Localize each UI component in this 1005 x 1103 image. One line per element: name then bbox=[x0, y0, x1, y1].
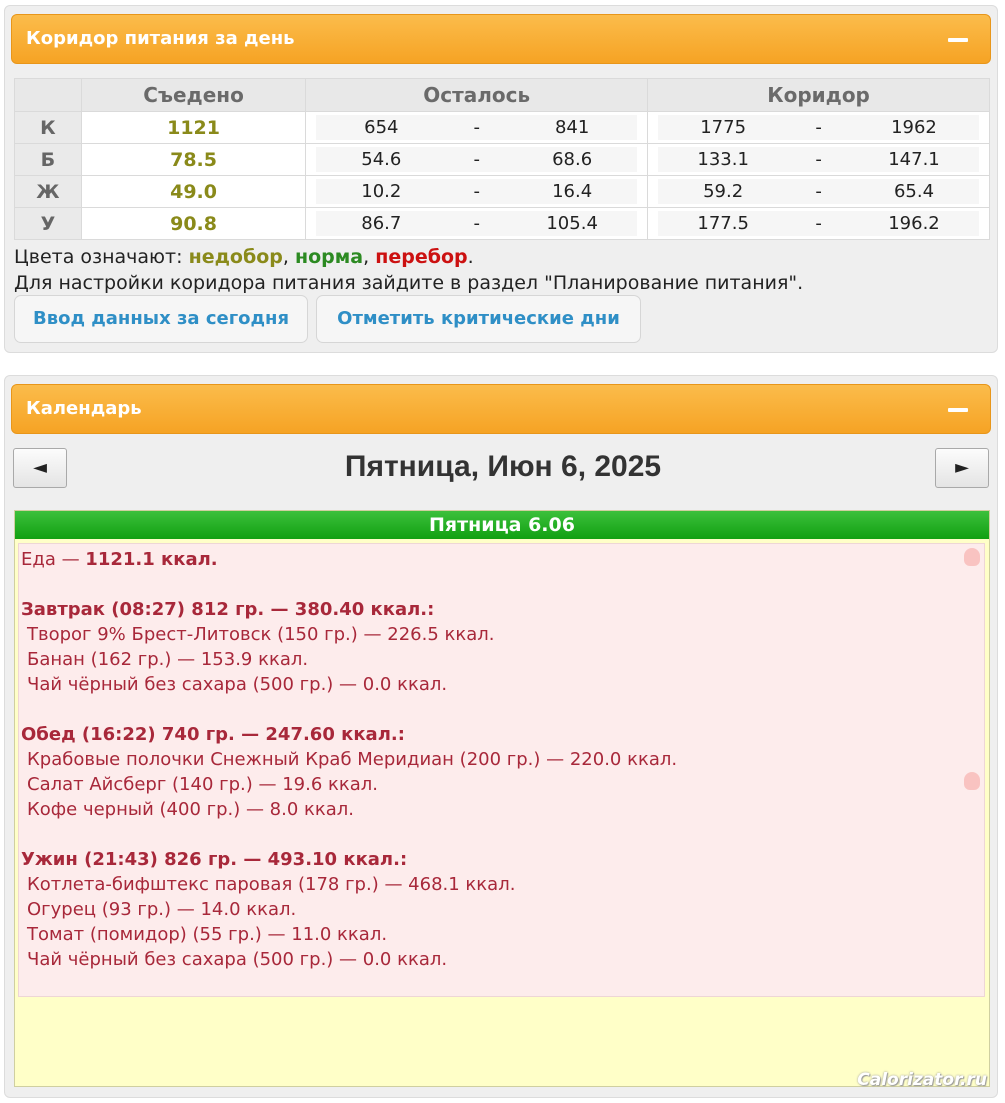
range-high: 68.6 bbox=[552, 149, 593, 170]
table-row: Б 78.5 54.6 - 68.6 133.1 - 147.1 bbox=[14, 143, 990, 176]
row-label: Б bbox=[14, 143, 82, 176]
list-item: Чай чёрный без сахара (500 гр.) — 0.0 кк… bbox=[27, 674, 448, 695]
food-total-value: 1121.1 ккал. bbox=[85, 549, 218, 570]
input-today-button[interactable]: Ввод данных за сегодня bbox=[14, 295, 308, 343]
calendar-panel-title: Календарь bbox=[26, 398, 142, 419]
legend-over: перебор bbox=[375, 246, 468, 268]
range-high: 16.4 bbox=[552, 181, 593, 202]
table-row: Ж 49.0 10.2 - 16.4 59.2 - 65.4 bbox=[14, 175, 990, 208]
range-separator: - bbox=[473, 117, 480, 138]
range-low: 86.7 bbox=[361, 213, 402, 234]
range-low: 1775 bbox=[700, 117, 747, 138]
range-high: 147.1 bbox=[888, 149, 940, 170]
range-high: 65.4 bbox=[893, 181, 935, 202]
eaten-value: 1121 bbox=[80, 111, 307, 144]
range-low: 54.6 bbox=[361, 149, 402, 170]
range-low: 654 bbox=[364, 117, 399, 138]
day-cell: Пятница 6.06 Еда — 1121.1 ккал. Завтрак … bbox=[14, 510, 990, 1087]
range-low: 177.5 bbox=[697, 213, 749, 234]
list-item: Огурец (93 гр.) — 14.0 ккал. bbox=[27, 899, 297, 920]
table-row: У 90.8 86.7 - 105.4 177.5 - 196.2 bbox=[14, 207, 990, 240]
food-diary: Еда — 1121.1 ккал. Завтрак (08:27) 812 г… bbox=[18, 543, 985, 997]
range-separator: - bbox=[473, 181, 480, 202]
range-separator: - bbox=[473, 213, 480, 234]
col-remaining: Осталось bbox=[305, 78, 649, 112]
legend-comma: , bbox=[282, 246, 295, 268]
range-separator: - bbox=[815, 213, 822, 234]
meal-title-breakfast: Завтрак (08:27) 812 гр. — 380.40 ккал.: bbox=[21, 599, 435, 620]
eaten-value: 49.0 bbox=[80, 175, 307, 208]
list-item: Творог 9% Брест-Литовск (150 гр.) — 226.… bbox=[27, 624, 495, 645]
table-row: К 1121 654 - 841 1775 - 1962 bbox=[14, 111, 990, 144]
left-arrow-icon: ◄ bbox=[33, 457, 47, 478]
pointing-finger-icon[interactable] bbox=[964, 548, 980, 566]
help-text: Для настройки коридора питания зайдите в… bbox=[14, 272, 804, 294]
pointing-finger-icon[interactable] bbox=[964, 772, 980, 790]
corridor-table-header-row: Съедено Осталось Коридор bbox=[14, 78, 990, 112]
mark-critical-days-button[interactable]: Отметить критические дни bbox=[316, 295, 641, 343]
meal-title-lunch: Обед (16:22) 740 гр. — 247.60 ккал.: bbox=[21, 724, 405, 745]
legend-norm: норма bbox=[295, 246, 364, 268]
row-label: У bbox=[14, 207, 82, 240]
food-total: Еда — 1121.1 ккал. bbox=[21, 547, 984, 572]
next-day-button[interactable]: ► bbox=[935, 448, 989, 488]
watermark-text: Calorizator.ru bbox=[857, 1070, 987, 1090]
calendar-panel-header[interactable]: Календарь bbox=[11, 384, 991, 434]
corridor-panel-header[interactable]: Коридор питания за день bbox=[11, 14, 991, 64]
list-item: Салат Айсберг (140 гр.) — 19.6 ккал. bbox=[27, 774, 378, 795]
corner-cell bbox=[14, 78, 82, 112]
range-separator: - bbox=[473, 149, 480, 170]
range-separator: - bbox=[815, 117, 822, 138]
row-label: К bbox=[14, 111, 82, 144]
day-title-bar[interactable]: Пятница 6.06 bbox=[15, 511, 989, 539]
range-low: 59.2 bbox=[703, 181, 744, 202]
range-high: 196.2 bbox=[888, 213, 940, 234]
color-legend: Цвета означают: недобор, норма, перебор. bbox=[14, 246, 474, 268]
remaining-range: 10.2 - 16.4 bbox=[305, 175, 649, 208]
prev-day-button[interactable]: ◄ bbox=[13, 448, 67, 488]
remaining-range: 654 - 841 bbox=[305, 111, 649, 144]
meal-title-dinner: Ужин (21:43) 826 гр. — 493.10 ккал.: bbox=[21, 849, 408, 870]
remaining-range: 54.6 - 68.6 bbox=[305, 143, 649, 176]
list-item: Котлета-бифштекс паровая (178 гр.) — 468… bbox=[27, 874, 516, 895]
legend-under: недобор bbox=[188, 246, 283, 268]
corridor-range: 59.2 - 65.4 bbox=[647, 175, 990, 208]
corridor-range: 1775 - 1962 bbox=[647, 111, 990, 144]
range-low: 10.2 bbox=[361, 181, 402, 202]
minus-icon[interactable] bbox=[948, 38, 968, 42]
col-corridor: Коридор bbox=[647, 78, 990, 112]
eaten-value: 90.8 bbox=[80, 207, 307, 240]
range-high: 1962 bbox=[891, 117, 937, 138]
corridor-range: 177.5 - 196.2 bbox=[647, 207, 990, 240]
range-separator: - bbox=[815, 181, 822, 202]
list-item: Крабовые полочки Снежный Краб Меридиан (… bbox=[27, 749, 678, 770]
list-item: Кофе черный (400 гр.) — 8.0 ккал. bbox=[27, 799, 355, 820]
range-separator: - bbox=[815, 149, 822, 170]
corridor-panel: Коридор питания за день Съедено Осталось… bbox=[4, 5, 998, 353]
legend-prefix: Цвета означают: bbox=[14, 246, 189, 268]
col-eaten: Съедено bbox=[80, 78, 307, 112]
remaining-range: 86.7 - 105.4 bbox=[305, 207, 649, 240]
legend-comma: , bbox=[363, 246, 376, 268]
list-item: Банан (162 гр.) — 153.9 ккал. bbox=[27, 649, 309, 670]
calendar-date-title: Пятница, Июн 6, 2025 bbox=[344, 450, 662, 483]
eaten-value: 78.5 bbox=[80, 143, 307, 176]
right-arrow-icon: ► bbox=[955, 457, 969, 478]
food-total-label: Еда — bbox=[21, 549, 86, 570]
legend-end: . bbox=[467, 246, 474, 268]
corridor-panel-title: Коридор питания за день bbox=[26, 28, 295, 49]
list-item: Чай чёрный без сахара (500 гр.) — 0.0 кк… bbox=[27, 949, 448, 970]
calendar-panel: Календарь ◄ Пятница, Июн 6, 2025 ► Пятни… bbox=[4, 375, 998, 1098]
corridor-range: 133.1 - 147.1 bbox=[647, 143, 990, 176]
row-label: Ж bbox=[14, 175, 82, 208]
corridor-table: Съедено Осталось Коридор К 1121 654 - 841 … bbox=[14, 78, 990, 240]
list-item: Томат (помидор) (55 гр.) — 11.0 ккал. bbox=[27, 924, 388, 945]
range-high: 105.4 bbox=[546, 213, 598, 234]
minus-icon[interactable] bbox=[948, 408, 968, 412]
range-high: 841 bbox=[554, 117, 590, 138]
range-low: 133.1 bbox=[697, 149, 749, 170]
